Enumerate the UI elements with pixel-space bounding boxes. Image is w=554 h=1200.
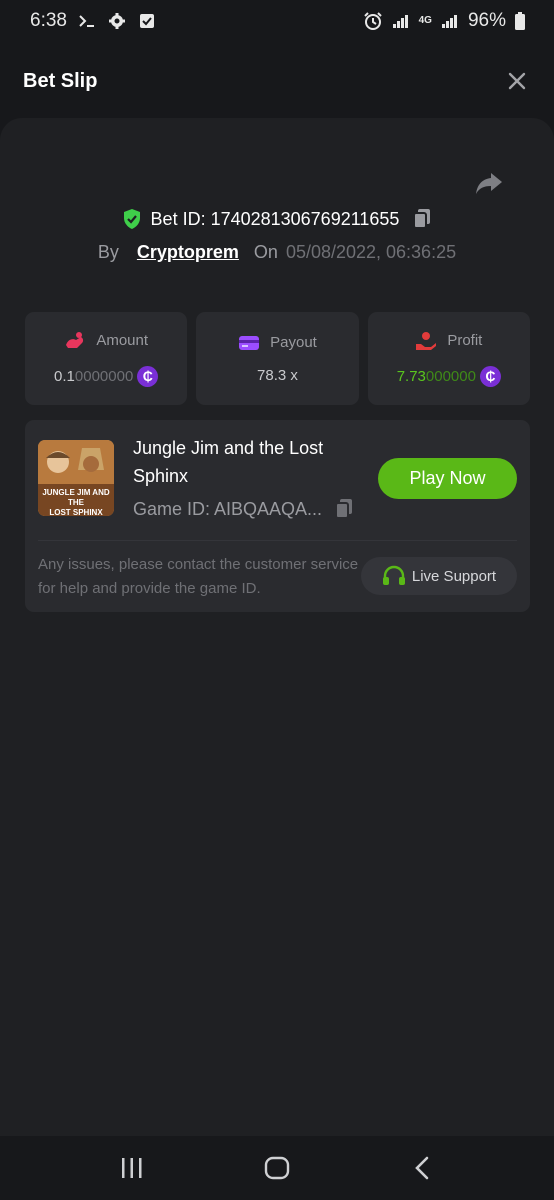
amount-card: Amount 0.10000000 ₵ xyxy=(25,312,188,405)
bet-date: 05/08/2022, 06:36:25 xyxy=(285,242,457,262)
gear-icon xyxy=(107,11,127,31)
profit-icon xyxy=(416,331,437,350)
close-button[interactable] xyxy=(503,67,531,95)
payout-label: Payout xyxy=(270,334,317,351)
copy-icon xyxy=(335,499,353,519)
status-bar: 6:38 4G 96% xyxy=(0,0,554,42)
battery-icon xyxy=(514,11,526,31)
payout-value: 78.3 x xyxy=(257,366,298,384)
coin-icon: ₵ xyxy=(479,365,501,387)
amount-value: 0.1 xyxy=(54,367,75,385)
coin-icon: ₵ xyxy=(137,365,159,387)
signal-icon xyxy=(391,11,411,31)
recent-apps-button[interactable] xyxy=(112,1148,152,1188)
copy-icon xyxy=(413,209,431,229)
game-id-row: Game ID: AIBQAAQA... xyxy=(133,498,354,520)
checkbox-icon xyxy=(137,11,157,31)
copy-bet-id-button[interactable] xyxy=(412,208,432,230)
thumb-title-line1: JUNGLE JIM AND THE xyxy=(42,488,110,507)
recent-apps-icon xyxy=(122,1158,142,1178)
play-now-button[interactable]: Play Now xyxy=(378,458,517,499)
system-nav-bar xyxy=(0,1136,554,1200)
back-button[interactable] xyxy=(402,1148,442,1188)
back-icon xyxy=(414,1156,428,1180)
profit-value: 7.73 xyxy=(396,367,426,385)
live-support-button[interactable]: Live Support xyxy=(361,557,517,595)
on-label: On xyxy=(253,242,278,262)
profit-label: Profit xyxy=(447,332,483,349)
shield-check-icon xyxy=(123,209,140,229)
share-button[interactable] xyxy=(474,170,504,198)
home-button[interactable] xyxy=(257,1148,297,1188)
amount-value-trailing: 0000000 xyxy=(74,367,134,385)
by-label: By xyxy=(97,242,119,262)
game-thumbnail[interactable]: JUNGLE JIM AND THE LOST SPHINX xyxy=(38,440,114,516)
payout-card: Payout 78.3 x xyxy=(196,312,359,405)
headset-icon xyxy=(382,565,405,585)
game-title: Jungle Jim and the Lost Sphinx xyxy=(133,438,324,486)
signal-icon xyxy=(440,11,460,31)
home-icon xyxy=(264,1156,290,1180)
profit-value-trailing: 000000 xyxy=(425,367,476,385)
amount-icon xyxy=(66,331,84,348)
close-icon xyxy=(508,72,526,90)
bet-meta-row: By Cryptoprem On 05/08/2022, 06:36:25 xyxy=(0,242,554,263)
amount-label: Amount xyxy=(96,332,149,349)
stats-row: Amount 0.10000000 ₵ Payout 78.3 x Profit… xyxy=(25,312,530,405)
page-title: Bet Slip xyxy=(23,69,98,92)
thumb-title-line2: LOST SPHINX xyxy=(49,508,103,516)
user-link[interactable]: Cryptoprem xyxy=(137,242,239,263)
battery-level: 96% xyxy=(467,10,506,31)
bet-id: Bet ID: 1740281306769211655 xyxy=(150,208,400,229)
status-time: 6:38 xyxy=(30,10,67,31)
divider xyxy=(38,540,517,541)
game-card: JUNGLE JIM AND THE LOST SPHINX Jungle Ji… xyxy=(25,420,530,612)
live-support-label: Live Support xyxy=(411,567,497,585)
terminal-icon xyxy=(77,11,97,31)
share-icon xyxy=(476,173,502,194)
game-id: Game ID: AIBQAAQA... xyxy=(133,498,323,519)
bet-slip-sheet: Bet ID: 1740281306769211655 By Cryptopre… xyxy=(0,118,554,1136)
alarm-icon xyxy=(363,11,383,31)
copy-game-id-button[interactable] xyxy=(334,498,354,520)
header: Bet Slip xyxy=(0,42,554,120)
network-label: 4G xyxy=(418,15,432,26)
profit-card: Profit 7.73000000 ₵ xyxy=(367,312,530,405)
help-text: Any issues, please contact the customer … xyxy=(38,556,359,597)
card-icon xyxy=(239,335,260,350)
bet-id-row: Bet ID: 1740281306769211655 xyxy=(0,208,554,230)
